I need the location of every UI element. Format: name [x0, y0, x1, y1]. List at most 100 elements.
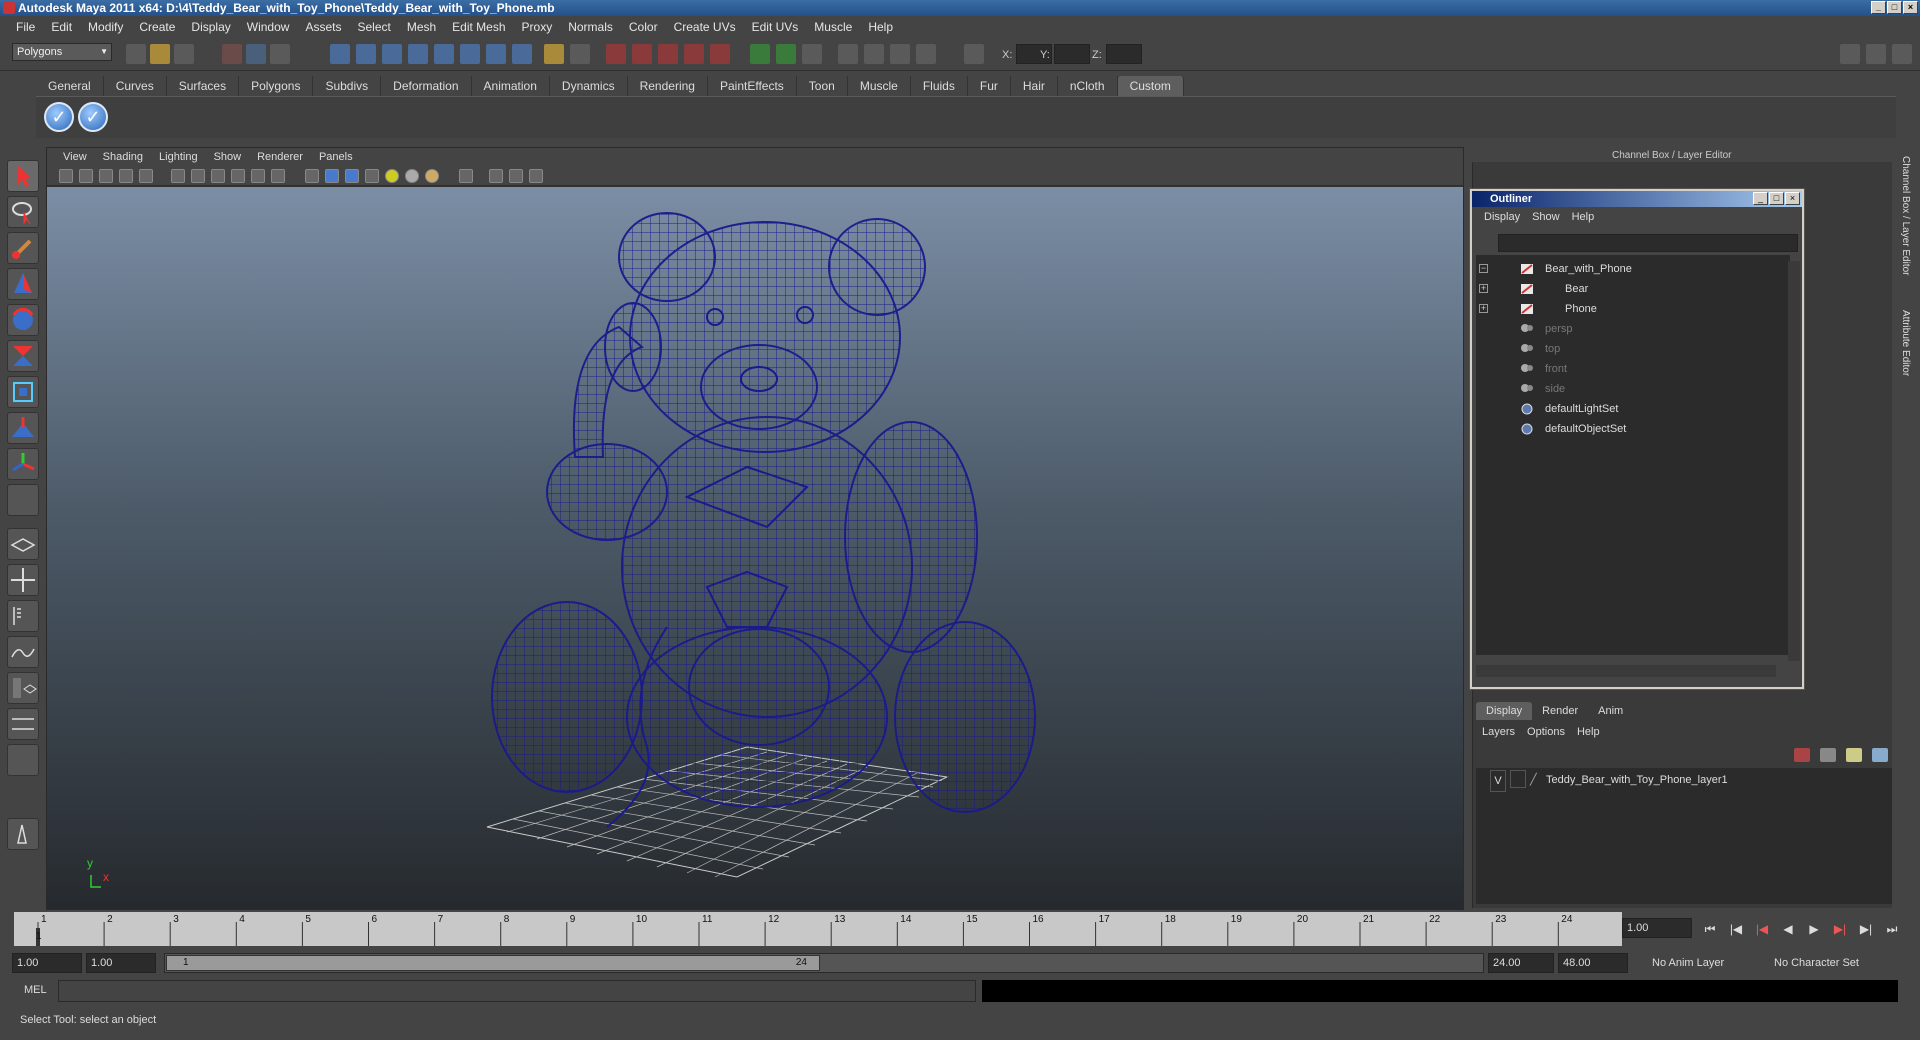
lasso-tool-icon[interactable] [7, 196, 39, 228]
y-field[interactable] [1054, 44, 1090, 64]
layer-color-swatch[interactable]: ╱ [1530, 770, 1537, 790]
playback-start-field[interactable]: 1.00 [86, 953, 156, 973]
layout-dopesheet-icon[interactable] [7, 708, 39, 740]
resolution-gate-icon[interactable] [191, 169, 205, 183]
animation-start-field[interactable]: 1.00 [12, 953, 82, 973]
toggle-attribute-editor-icon[interactable] [1840, 44, 1860, 64]
move-tool-icon[interactable] [7, 268, 39, 300]
render-settings-icon[interactable] [658, 44, 678, 64]
clipboard-icon[interactable] [802, 44, 822, 64]
outliner-item-phone[interactable]: + Phone [1476, 299, 1776, 319]
wireframe-on-shaded-icon[interactable] [345, 169, 359, 183]
open-scene-icon[interactable] [150, 44, 170, 64]
current-frame-field[interactable]: 1.00 [1622, 918, 1692, 938]
share-icon[interactable] [529, 169, 543, 183]
layer-visibility-toggle[interactable]: V [1490, 770, 1506, 792]
menu-edit-uvs[interactable]: Edit UVs [744, 20, 807, 34]
step-back-frame-icon[interactable]: |◀ [1726, 922, 1746, 936]
menu-edit-mesh[interactable]: Edit Mesh [444, 20, 513, 34]
shelf-tab-curves[interactable]: Curves [104, 76, 167, 96]
shelf-tab-animation[interactable]: Animation [472, 76, 550, 96]
shelf-tab-fluids[interactable]: Fluids [911, 76, 968, 96]
gate-mask-icon[interactable] [211, 169, 225, 183]
shelf-tab-dynamics[interactable]: Dynamics [550, 76, 628, 96]
shelf-tab-subdivs[interactable]: Subdivs [313, 76, 382, 96]
menu-window[interactable]: Window [239, 20, 298, 34]
side-tab-channel-box[interactable]: Channel Box / Layer Editor [1900, 156, 1911, 276]
move-layer-up-icon[interactable] [1794, 748, 1810, 762]
textured-icon[interactable] [365, 169, 379, 183]
outliner-menu-display[interactable]: Display [1478, 207, 1526, 227]
playback-end-field[interactable]: 24.00 [1488, 953, 1554, 973]
shelf-tab-general[interactable]: General [36, 76, 104, 96]
menu-proxy[interactable]: Proxy [514, 20, 561, 34]
vp-menu-panels[interactable]: Panels [311, 148, 361, 166]
shelf-tab-custom[interactable]: Custom [1117, 76, 1184, 96]
new-layer-icon[interactable] [1846, 748, 1862, 762]
outliner-item-bear[interactable]: + Bear [1476, 279, 1776, 299]
xray-joints-icon[interactable] [509, 169, 523, 183]
menu-normals[interactable]: Normals [560, 20, 621, 34]
layer-type-toggle[interactable] [1510, 770, 1526, 788]
graph-editor-icon[interactable] [776, 44, 796, 64]
scale-tool-icon[interactable] [7, 340, 39, 372]
new-layer-selected-icon[interactable] [1872, 748, 1888, 762]
shelf-tab-polygons[interactable]: Polygons [239, 76, 314, 96]
show-manipulator-icon[interactable] [7, 448, 39, 480]
menu-help[interactable]: Help [860, 20, 901, 34]
film-gate-icon[interactable] [171, 169, 185, 183]
render-view-icon[interactable] [710, 44, 730, 64]
go-to-start-icon[interactable]: ⏮ [1700, 922, 1720, 936]
checkmark-icon[interactable]: ✓ [44, 102, 74, 132]
layout-hypershade-persp-icon[interactable] [7, 672, 39, 704]
hypershade-icon[interactable] [684, 44, 704, 64]
side-tab-attribute-editor[interactable]: Attribute Editor [1900, 310, 1911, 376]
outliner-item-default-light-set[interactable]: defaultLightSet [1476, 399, 1776, 419]
layer-tab-display[interactable]: Display [1476, 702, 1533, 720]
menu-select[interactable]: Select [349, 20, 398, 34]
wireframe-icon[interactable] [305, 169, 319, 183]
outliner-minimize-button[interactable]: _ [1753, 192, 1768, 205]
layer-menu-options[interactable]: Options [1521, 722, 1571, 742]
minimize-button[interactable]: _ [1871, 1, 1886, 14]
close-button[interactable]: × [1903, 1, 1918, 14]
grid-toggle-icon[interactable] [139, 169, 153, 183]
soft-mod-tool-icon[interactable] [7, 412, 39, 444]
snap-curve-icon[interactable] [356, 44, 376, 64]
outliner-item-default-object-set[interactable]: defaultObjectSet [1476, 419, 1776, 439]
light-icon[interactable] [890, 44, 910, 64]
z-field[interactable] [1106, 44, 1142, 64]
time-slider[interactable]: 1 2 3 4 5 6 7 8 9 10 11 12 13 14 15 16 17 18 19 20 21 22 23 24 [14, 912, 1622, 946]
select-by-object-icon[interactable] [246, 44, 266, 64]
vp-menu-lighting[interactable]: Lighting [151, 148, 206, 166]
layer-menu-layers[interactable]: Layers [1476, 722, 1521, 742]
outliner-menu-show[interactable]: Show [1526, 207, 1566, 227]
ipr-render-icon[interactable] [632, 44, 652, 64]
vp-menu-shading[interactable]: Shading [95, 148, 151, 166]
shelf-tab-rendering[interactable]: Rendering [628, 76, 708, 96]
last-tool-icon[interactable] [7, 484, 39, 516]
shelf-tab-fur[interactable]: Fur [968, 76, 1011, 96]
range-slider-handle[interactable]: 1 24 [166, 955, 820, 971]
outliner-item-persp[interactable]: persp [1476, 319, 1776, 339]
layout-four-icon[interactable] [7, 564, 39, 596]
lock-icon[interactable] [544, 44, 564, 64]
anim-layer-dropdown[interactable]: No Anim Layer [1648, 953, 1760, 973]
layout-single-icon[interactable] [7, 528, 39, 560]
outliner-item-front[interactable]: front [1476, 359, 1776, 379]
menu-display[interactable]: Display [183, 20, 238, 34]
expand-icon[interactable]: + [1479, 284, 1488, 293]
history-icon[interactable] [486, 44, 506, 64]
camera-select-icon[interactable] [59, 169, 73, 183]
outliner-filter-field[interactable] [1498, 234, 1798, 252]
maximize-button[interactable]: □ [1887, 1, 1902, 14]
move-layer-down-icon[interactable] [1820, 748, 1836, 762]
outliner-vertical-scrollbar[interactable] [1788, 261, 1800, 661]
mel-command-input[interactable] [58, 980, 976, 1002]
snap-grid-icon[interactable] [330, 44, 350, 64]
safe-action-icon[interactable] [251, 169, 265, 183]
mel-label[interactable]: MEL [24, 984, 47, 996]
step-forward-frame-icon[interactable]: ▶| [1856, 922, 1876, 936]
select-by-component-icon[interactable] [270, 44, 290, 64]
step-forward-key-icon[interactable]: ▶| [1830, 922, 1850, 936]
